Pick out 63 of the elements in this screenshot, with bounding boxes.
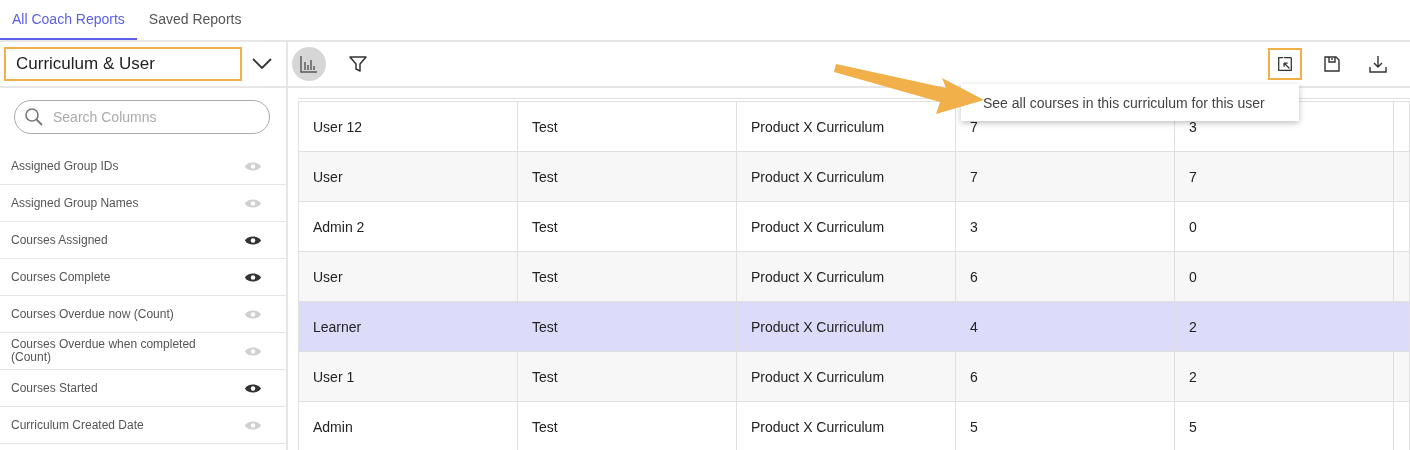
column-name: Assigned Group Names <box>11 196 140 210</box>
table-row[interactable]: Admin Test Product X Curriculum 5 5 <box>298 402 1410 450</box>
table-cell: Product X Curriculum <box>737 152 956 201</box>
search-icon <box>24 107 44 127</box>
table-cell: Product X Curriculum <box>737 202 956 251</box>
column-name: Courses Complete <box>11 270 112 284</box>
column-name: Courses Assigned <box>11 233 109 247</box>
column-name: Courses Overdue when completed (Count) <box>11 338 197 364</box>
table-cell: 0 <box>1175 252 1394 301</box>
table-cell: Admin 2 <box>299 202 518 251</box>
chevron-down-icon[interactable] <box>252 58 272 70</box>
drilldown-button[interactable] <box>1268 48 1302 80</box>
table-row[interactable]: Admin 2 Test Product X Curriculum 3 0 <box>298 202 1410 252</box>
table-cell: Learner <box>299 302 518 351</box>
table-cell: 2 <box>1175 352 1394 401</box>
table-cell: Test <box>518 152 737 201</box>
save-icon[interactable] <box>1322 54 1342 74</box>
table-cell: Test <box>518 402 737 450</box>
search-field[interactable]: Search Columns <box>14 100 270 134</box>
table-cell: User 12 <box>299 102 518 151</box>
column-name: Curriculum Created Date <box>11 418 145 432</box>
download-icon[interactable] <box>1368 54 1388 74</box>
table-cell: Product X Curriculum <box>737 302 956 351</box>
table-row[interactable]: Learner Test Product X Curriculum 4 2 <box>298 302 1410 352</box>
table-cell: 3 <box>956 202 1175 251</box>
table-cell: 6 <box>956 252 1175 301</box>
drilldown-icon <box>1276 54 1294 74</box>
table-cell: User 1 <box>299 352 518 401</box>
filter-icon[interactable] <box>348 54 368 74</box>
table-row[interactable]: User 1 Test Product X Curriculum 6 2 <box>298 352 1410 402</box>
table-cell: Product X Curriculum <box>737 352 956 401</box>
report-tab[interactable]: Saved Reports <box>136 0 254 40</box>
table-cell: 7 <box>1175 152 1394 201</box>
bar-chart-icon <box>299 54 319 74</box>
eye-icon[interactable] <box>244 233 262 247</box>
column-name: Assigned Group IDs <box>11 159 120 173</box>
table-cell: Test <box>518 102 737 151</box>
table-cell: User <box>299 152 518 201</box>
eye-icon[interactable] <box>244 381 262 395</box>
table-row[interactable]: User Test Product X Curriculum 7 7 <box>298 152 1410 202</box>
table-cell: 0 <box>1175 202 1394 251</box>
table-cell: 7 <box>956 152 1175 201</box>
table-cell: 6 <box>956 352 1175 401</box>
table-cell: Product X Curriculum <box>737 252 956 301</box>
bar-chart-button[interactable] <box>292 47 326 81</box>
table-cell: Product X Curriculum <box>737 402 956 450</box>
table-row[interactable]: User Test Product X Curriculum 6 0 <box>298 252 1410 302</box>
table-cell: Admin <box>299 402 518 450</box>
table-cell: 4 <box>956 302 1175 351</box>
table-cell: Test <box>518 252 737 301</box>
column-name: Courses Overdue now (Count) <box>11 307 175 321</box>
report-tab[interactable]: All Coach Reports <box>0 0 137 40</box>
table-cell: Test <box>518 302 737 351</box>
column-name: Courses Started <box>11 381 99 395</box>
table-cell: Test <box>518 352 737 401</box>
table-cell: 5 <box>956 402 1175 450</box>
table-cell: 2 <box>1175 302 1394 351</box>
table-cell: Test <box>518 202 737 251</box>
report-select[interactable]: Curriculum & User <box>4 47 242 81</box>
table-cell: 5 <box>1175 402 1394 450</box>
eye-icon[interactable] <box>244 270 262 284</box>
tooltip: See all courses in this curriculum for this user <box>961 84 1299 121</box>
table-cell: User <box>299 252 518 301</box>
